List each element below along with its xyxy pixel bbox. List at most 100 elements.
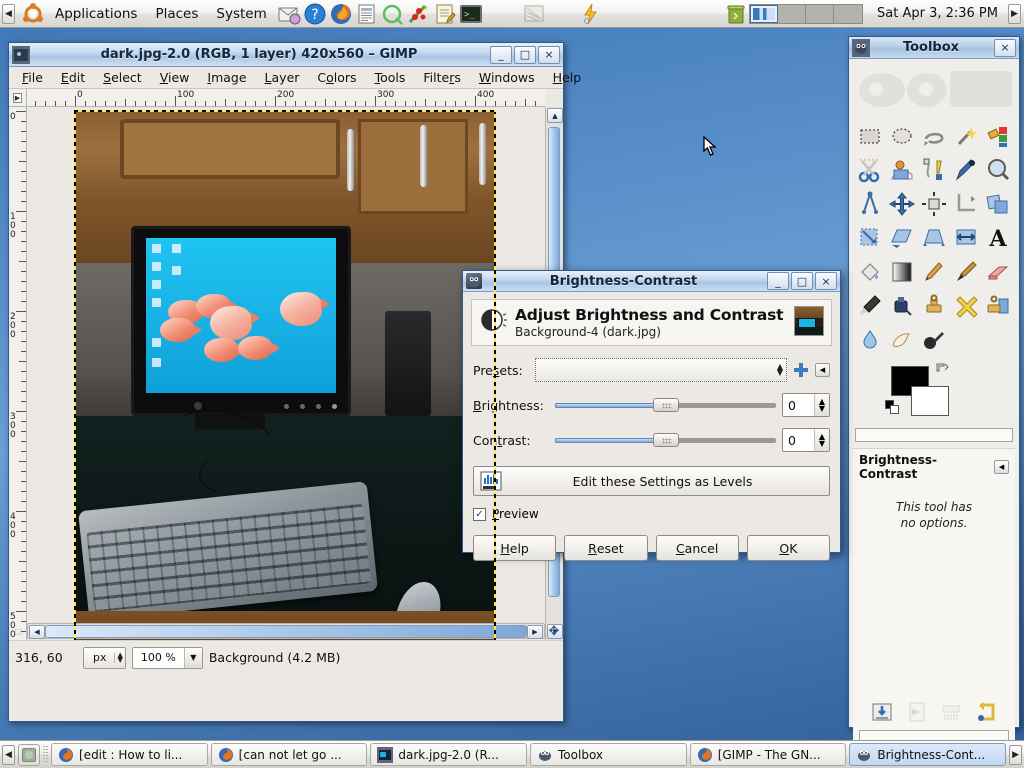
menu-applications[interactable]: Applications — [46, 3, 146, 25]
ruler-corner-menu[interactable] — [9, 89, 27, 107]
zoom-selector[interactable]: 100 % ▼ — [131, 646, 203, 669]
unit-spin-arrows[interactable]: ▲ ▼ — [113, 651, 123, 663]
terminal-icon[interactable]: >_ — [459, 2, 483, 26]
menu-help[interactable]: Help — [544, 68, 591, 87]
blur-sharpen-tool[interactable] — [854, 323, 885, 356]
brightness-spin-arrows[interactable]: ▲ ▼ — [814, 394, 829, 416]
free-select-tool[interactable] — [918, 119, 949, 152]
add-preset-icon[interactable] — [793, 362, 809, 378]
bc-maximize-button[interactable]: □ — [791, 272, 813, 290]
paths-tool[interactable] — [918, 153, 949, 186]
gimp-minimize-button[interactable]: _ — [490, 45, 512, 64]
horizontal-scrollbar[interactable]: ◀ ▶ — [27, 623, 545, 639]
cancel-button[interactable]: Cancel — [655, 535, 739, 561]
bc-close-button[interactable]: × — [815, 272, 837, 290]
quickmask-toggle[interactable]: ⬚ — [9, 622, 27, 640]
menu-file[interactable]: FFileile — [13, 68, 52, 87]
brightness-spinbox[interactable]: 0 ▲ ▼ — [782, 393, 830, 417]
rect-select-tool[interactable] — [854, 119, 885, 152]
workspace-4[interactable] — [834, 4, 862, 23]
contrast-spin-arrows[interactable]: ▲ ▼ — [814, 429, 829, 451]
fuzzy-select-tool[interactable] — [951, 119, 982, 152]
menu-colors[interactable]: Colors — [308, 68, 365, 87]
horizontal-ruler[interactable]: 0 100 200 300 400 — [27, 89, 545, 107]
ink-tool[interactable] — [886, 289, 917, 322]
alignment-tool[interactable] — [918, 187, 949, 220]
swap-colors-icon[interactable] — [935, 362, 949, 376]
text-tool[interactable]: A — [983, 221, 1014, 254]
shear-tool[interactable] — [886, 221, 917, 254]
taskbar-grip[interactable] — [43, 745, 48, 764]
show-desktop-button[interactable] — [18, 743, 40, 766]
perspective-tool[interactable] — [918, 221, 949, 254]
task-gimp-toolbox[interactable]: Toolbox — [530, 743, 687, 766]
gimp-window-titlebar[interactable]: dark.jpg-2.0 (RGB, 1 layer) 420x560 – GI… — [9, 43, 563, 67]
bucket-fill-tool[interactable] — [854, 255, 885, 288]
task-firefox-cannot[interactable]: [can not let go ... — [210, 743, 368, 766]
preset-menu-button[interactable]: ◀ — [815, 363, 830, 377]
trash-icon[interactable] — [724, 2, 748, 26]
save-options-button[interactable] — [870, 700, 894, 724]
text-editor-icon[interactable] — [433, 2, 457, 26]
foreground-select-tool[interactable] — [886, 153, 917, 186]
rotate-tool[interactable] — [983, 187, 1014, 220]
ok-button[interactable]: OK — [746, 535, 830, 561]
contrast-slider[interactable] — [555, 431, 776, 449]
workspace-switcher[interactable] — [749, 3, 863, 24]
navigation-preview-button[interactable]: ✥ — [545, 622, 563, 640]
airbrush-tool[interactable] — [854, 289, 885, 322]
help-icon[interactable]: ? — [303, 2, 327, 26]
eraser-tool[interactable] — [983, 255, 1014, 288]
workspace-3[interactable] — [806, 4, 834, 23]
help-button[interactable]: Help — [473, 535, 557, 561]
menu-windows[interactable]: Windows — [470, 68, 544, 87]
quod-libet-icon[interactable] — [381, 2, 405, 26]
zoom-dropdown-arrow[interactable]: ▼ — [183, 647, 202, 668]
pencil-tool[interactable] — [918, 255, 949, 288]
evolution-mail-icon[interactable] — [277, 2, 301, 26]
heal-tool[interactable] — [951, 289, 982, 322]
color-picker-tool[interactable] — [951, 153, 982, 186]
taskbar-left-arrow[interactable]: ◀ — [2, 744, 15, 765]
reset-colors-icon[interactable] — [885, 400, 901, 416]
gradient-tool[interactable] — [886, 255, 917, 288]
tool-options-menu-button[interactable]: ◀ — [994, 460, 1009, 474]
delete-options-button[interactable] — [939, 700, 963, 724]
crop-tool[interactable] — [951, 187, 982, 220]
menu-system[interactable]: System — [207, 3, 275, 25]
taskbar-right-arrow[interactable]: ▶ — [1009, 744, 1023, 765]
perspective-clone-tool[interactable] — [983, 289, 1014, 322]
menu-select[interactable]: Select — [94, 68, 151, 87]
scroll-right-button[interactable]: ▶ — [527, 625, 543, 639]
task-gimp-image[interactable]: dark.jpg-2.0 (R... — [370, 743, 528, 766]
presets-spin-arrows[interactable]: ▲ ▼ — [777, 363, 783, 377]
flip-tool[interactable] — [951, 221, 982, 254]
workspace-1[interactable] — [750, 4, 778, 23]
panel-expand-arrow[interactable]: ▶ — [1008, 3, 1021, 24]
clone-tool[interactable] — [918, 289, 949, 322]
menu-places[interactable]: Places — [146, 3, 207, 25]
brightness-value[interactable]: 0 — [783, 394, 814, 416]
update-notifier-icon[interactable] — [579, 2, 603, 26]
menu-view[interactable]: View — [151, 68, 199, 87]
horizontal-scroll-thumb[interactable] — [45, 625, 527, 638]
scroll-up-button[interactable]: ▲ — [547, 108, 563, 123]
gimp-close-button[interactable]: × — [538, 45, 560, 64]
preview-checkbox[interactable]: ✓ — [473, 507, 486, 521]
contrast-value[interactable]: 0 — [783, 429, 814, 451]
brightness-slider[interactable] — [555, 396, 776, 414]
text-document-icon[interactable] — [355, 2, 379, 26]
panel-collapse-arrow[interactable]: ◀ — [2, 3, 15, 24]
edit-as-levels-button[interactable]: Edit these Settings as Levels — [473, 466, 830, 496]
paintbrush-tool[interactable] — [951, 255, 982, 288]
bc-minimize-button[interactable]: _ — [767, 272, 789, 290]
window-tool-icon[interactable] — [522, 2, 546, 26]
dodge-burn-tool[interactable] — [918, 323, 949, 356]
move-tool[interactable] — [886, 187, 917, 220]
task-firefox-gimp[interactable]: [GIMP - The GN... — [689, 743, 847, 766]
scale-tool[interactable] — [854, 221, 885, 254]
background-color-swatch[interactable] — [911, 386, 949, 416]
menu-filters[interactable]: Filters — [414, 68, 469, 87]
bc-titlebar[interactable]: Brightness-Contrast _ □ × — [463, 271, 840, 292]
menu-edit[interactable]: Edit — [52, 68, 94, 87]
